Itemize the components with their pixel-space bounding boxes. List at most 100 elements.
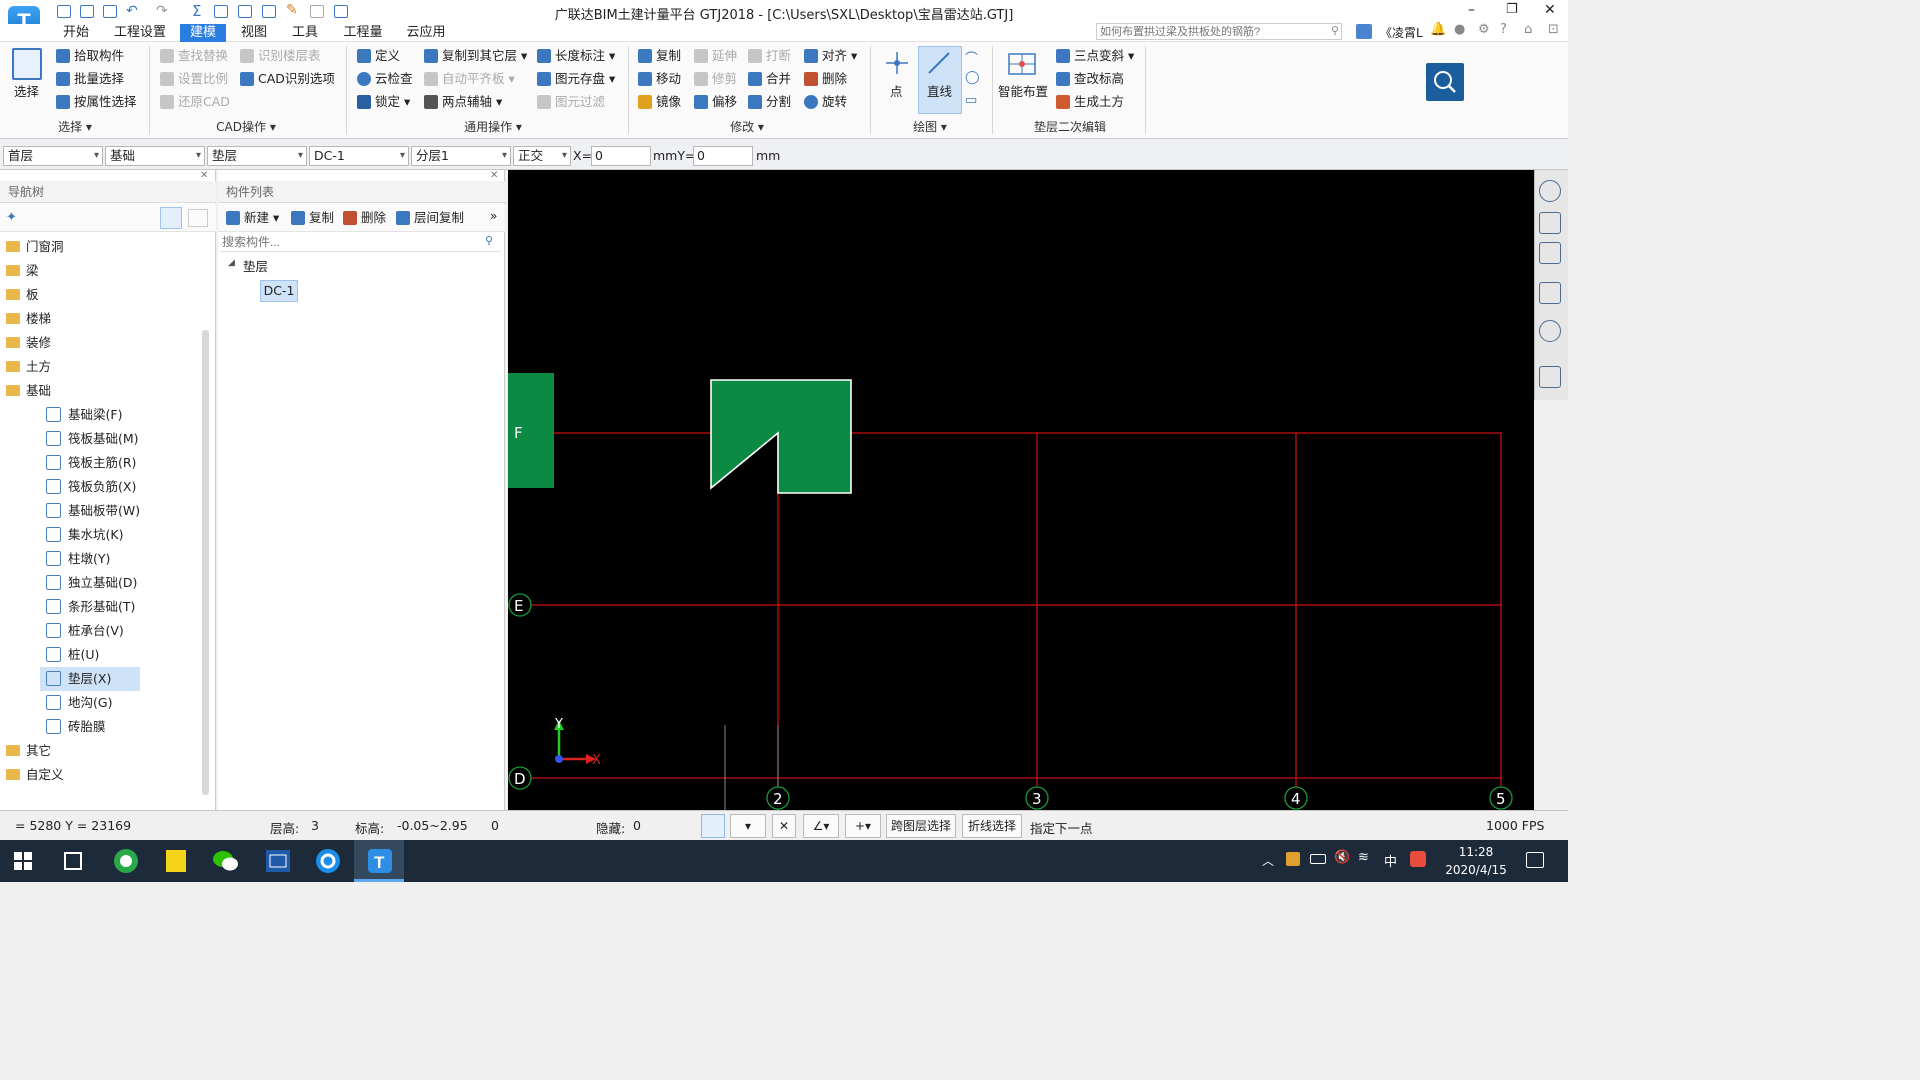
- nav-item[interactable]: 门窗洞: [0, 235, 200, 259]
- find-replace-button[interactable]: 查找替换: [160, 46, 228, 66]
- menu-start[interactable]: 开始: [55, 24, 97, 42]
- notes-taskbar-icon[interactable]: [158, 844, 194, 878]
- nav-item[interactable]: 垫层(X): [40, 667, 140, 691]
- polyline-select-button[interactable]: 折线选择: [962, 814, 1022, 838]
- close-icon[interactable]: ✕: [490, 170, 498, 181]
- group-cad[interactable]: CAD操作 ▾: [196, 118, 296, 136]
- settings-icon[interactable]: ⚙: [1478, 22, 1490, 37]
- nav-item[interactable]: 独立基础(D): [0, 571, 200, 595]
- g-app-taskbar-icon[interactable]: [310, 844, 346, 878]
- move-button[interactable]: 移动: [638, 69, 681, 89]
- category-select[interactable]: 基础: [105, 146, 205, 166]
- cad-options-button[interactable]: CAD识别选项: [240, 69, 335, 89]
- type-select[interactable]: 垫层: [207, 146, 307, 166]
- nav-item[interactable]: 桩(U): [0, 643, 200, 667]
- search-icon[interactable]: ⚲: [1331, 24, 1339, 37]
- rect-icon[interactable]: ▭: [965, 93, 977, 108]
- pick-component-button[interactable]: 拾取构件: [56, 46, 124, 66]
- cad-viewport[interactable]: F E D 2 3 4 5 Y X: [508, 170, 1534, 810]
- battery-icon[interactable]: [1310, 854, 1326, 864]
- top-view-icon[interactable]: [1539, 242, 1561, 264]
- batch-select-button[interactable]: 批量选择: [56, 69, 124, 89]
- menu-view[interactable]: 视图: [232, 24, 276, 42]
- layer-manager-icon[interactable]: [1539, 366, 1561, 388]
- dimension-toggle[interactable]: +▾: [845, 814, 881, 838]
- cad-taskbar-icon[interactable]: [260, 844, 296, 878]
- menu-project-settings[interactable]: 工程设置: [108, 24, 172, 42]
- copy-to-other-floor-button[interactable]: 复制到其它层 ▾: [424, 46, 527, 66]
- smart-layout-button[interactable]: 智能布置: [998, 82, 1048, 102]
- grid-icon[interactable]: [310, 5, 324, 18]
- clock-date[interactable]: 2020/4/15: [1440, 863, 1512, 877]
- new-file-icon[interactable]: [57, 5, 71, 18]
- help-search-input[interactable]: [1096, 23, 1342, 40]
- report-icon[interactable]: [214, 5, 228, 18]
- nav-item[interactable]: 其它: [0, 739, 200, 763]
- nav-item[interactable]: 筏板主筋(R): [0, 451, 200, 475]
- select-by-property-button[interactable]: 按属性选择: [56, 92, 137, 112]
- copy-button[interactable]: 复制: [638, 46, 681, 66]
- menu-quantities[interactable]: 工程量: [336, 24, 390, 42]
- nav-item[interactable]: 自定义: [0, 763, 200, 787]
- home-icon[interactable]: ⌂: [1524, 22, 1532, 37]
- tray-app-icon[interactable]: [1286, 852, 1300, 866]
- nav-item[interactable]: 条形基础(T): [0, 595, 200, 619]
- pin-icon[interactable]: ⊡: [1548, 22, 1559, 37]
- display-mode-icon[interactable]: [1539, 282, 1561, 304]
- element-filter-button[interactable]: 图元过滤: [537, 92, 605, 112]
- nav-item[interactable]: 装修: [0, 331, 200, 355]
- generate-earthwork-button[interactable]: 生成土方: [1056, 92, 1124, 112]
- copy-component-button[interactable]: 复制: [291, 208, 334, 228]
- extend-button[interactable]: 延伸: [694, 46, 737, 66]
- delete-component-button[interactable]: 删除: [343, 208, 386, 228]
- 3d-view-icon[interactable]: [1539, 212, 1561, 234]
- cross-toggle[interactable]: ✕: [772, 814, 796, 838]
- ribbon-search-button[interactable]: [1426, 63, 1464, 101]
- auto-level-slab-button[interactable]: 自动平齐板 ▾: [424, 69, 515, 89]
- user-name[interactable]: 《凌霄L: [1380, 24, 1423, 41]
- group-select[interactable]: 选择 ▾: [40, 118, 110, 136]
- ime-indicator[interactable]: 中: [1384, 851, 1397, 870]
- sogou-icon[interactable]: [1410, 851, 1426, 867]
- gtj-taskbar-icon[interactable]: T: [362, 844, 398, 878]
- ortho-select[interactable]: 正交: [513, 146, 571, 166]
- save-icon[interactable]: [103, 5, 117, 18]
- circle-icon[interactable]: ◯: [965, 70, 980, 85]
- menu-modeling[interactable]: 建模: [180, 24, 226, 42]
- help-icon[interactable]: ?: [1500, 22, 1507, 37]
- cross-layer-select-button[interactable]: 跨图层选择: [886, 814, 956, 838]
- group-draw[interactable]: 绘图 ▾: [898, 118, 962, 136]
- minimize-button[interactable]: –: [1468, 2, 1475, 18]
- restore-cad-button[interactable]: 还原CAD: [160, 92, 230, 112]
- redo-icon[interactable]: ↷: [156, 3, 168, 19]
- menu-cloud[interactable]: 云应用: [398, 24, 454, 42]
- lock-button[interactable]: 锁定 ▾: [357, 92, 410, 112]
- snap-toggle[interactable]: ▾: [730, 814, 766, 838]
- collapse-icon[interactable]: ◢: [228, 258, 235, 268]
- nav-item[interactable]: 梁: [0, 259, 200, 283]
- nav-item[interactable]: 筏板负筋(X): [0, 475, 200, 499]
- split-button[interactable]: 分割: [748, 92, 791, 112]
- menu-tools[interactable]: 工具: [283, 24, 327, 42]
- length-dimension-button[interactable]: 长度标注 ▾: [537, 46, 615, 66]
- two-point-axis-button[interactable]: 两点辅轴 ▾: [424, 92, 502, 112]
- avatar[interactable]: [1356, 24, 1372, 39]
- bell-icon[interactable]: 🔔: [1430, 22, 1446, 37]
- nav-item[interactable]: 地沟(G): [0, 691, 200, 715]
- rotate-view-icon[interactable]: [1539, 320, 1561, 342]
- floor-select[interactable]: 首层: [3, 146, 103, 166]
- align-button[interactable]: 对齐 ▾: [804, 46, 857, 66]
- volume-mute-icon[interactable]: 🔇: [1334, 850, 1350, 865]
- cushion-element-dc1[interactable]: [710, 379, 852, 494]
- new-component-button[interactable]: 新建 ▾: [226, 208, 279, 228]
- drawing-canvas[interactable]: F E D 2 3 4 5 Y X: [508, 170, 1534, 810]
- wechat-taskbar-icon[interactable]: [208, 844, 244, 878]
- break-button[interactable]: 打断: [748, 46, 791, 66]
- group-common[interactable]: 通用操作 ▾: [438, 118, 548, 136]
- point-button[interactable]: 点: [890, 82, 903, 102]
- pin-icon[interactable]: ✦: [6, 210, 17, 225]
- tray-expand-icon[interactable]: ︿: [1262, 852, 1274, 869]
- undo-icon[interactable]: ↶: [126, 3, 138, 19]
- search-icon[interactable]: ⚲: [485, 234, 493, 247]
- sum-icon[interactable]: Σ: [192, 2, 201, 20]
